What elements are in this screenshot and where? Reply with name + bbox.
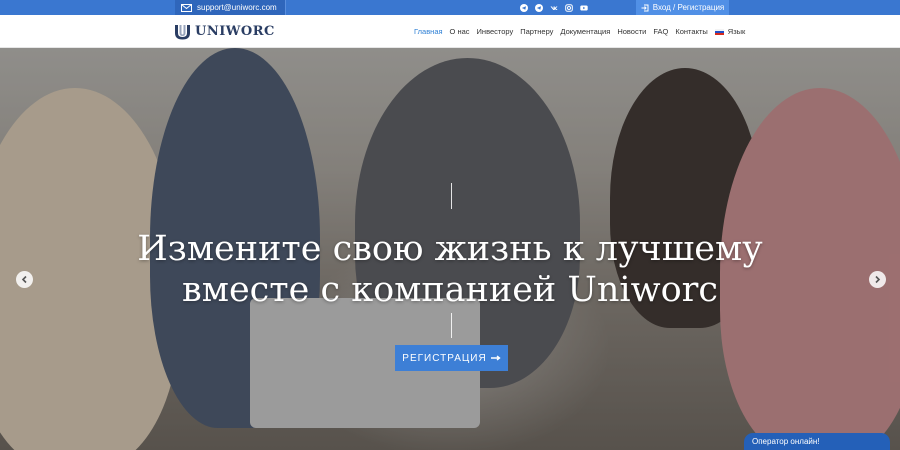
site-logo[interactable]: UNIWORC <box>174 23 275 40</box>
hero-divider-bottom <box>451 313 452 338</box>
language-label: Язык <box>727 27 746 36</box>
sign-in-icon <box>641 4 649 11</box>
support-email-link[interactable]: support@uniworc.com <box>175 0 286 15</box>
logo-text: UNIWORC <box>195 24 275 39</box>
language-selector[interactable]: Язык <box>714 27 746 36</box>
slider-prev-button[interactable] <box>16 271 33 288</box>
youtube-icon[interactable] <box>580 4 588 12</box>
telegram-channel-icon[interactable] <box>535 3 543 12</box>
nav-item-contacts[interactable]: Контакты <box>675 27 707 36</box>
chevron-left-icon <box>21 275 27 284</box>
social-links <box>520 0 588 15</box>
login-register-button[interactable]: Вход / Регистрация <box>636 0 729 15</box>
slider-next-button[interactable] <box>869 271 886 288</box>
top-bar: support@uniworc.com Вход / Регистрация <box>0 0 900 15</box>
arrow-right-icon <box>490 355 501 361</box>
envelope-icon <box>181 3 192 12</box>
telegram-icon[interactable] <box>520 3 528 12</box>
login-register-label: Вход / Регистрация <box>652 3 725 12</box>
nav-item-news[interactable]: Новости <box>617 27 646 36</box>
hero-headline-line1: Измените свою жизнь к лучшему <box>137 229 763 269</box>
nav-item-docs[interactable]: Документация <box>560 27 610 36</box>
support-email: support@uniworc.com <box>197 3 277 12</box>
instagram-icon[interactable] <box>565 3 573 12</box>
nav-item-investor[interactable]: Инвестору <box>477 27 514 36</box>
register-button[interactable]: РЕГИСТРАЦИЯ <box>395 345 508 371</box>
nav-item-faq[interactable]: FAQ <box>653 27 668 36</box>
vk-icon[interactable] <box>550 4 558 12</box>
nav-item-partner[interactable]: Партнеру <box>520 27 553 36</box>
logo-mark-icon <box>175 25 190 40</box>
russian-flag-icon <box>714 28 724 35</box>
hero-headline: Измените свою жизнь к лучшему вместе с к… <box>100 229 800 311</box>
hero-divider-top <box>451 183 452 209</box>
chat-widget[interactable]: Оператор онлайн! <box>744 433 890 450</box>
operator-online-label: Оператор онлайн! <box>752 437 820 446</box>
register-label: РЕГИСТРАЦИЯ <box>402 352 487 364</box>
main-nav: Главная О нас Инвестору Партнеру Докумен… <box>414 15 745 48</box>
hero-slider: Измените свою жизнь к лучшему вместе с к… <box>0 48 900 450</box>
hero-headline-line2: вместе с компанией Uniworc <box>182 270 718 310</box>
nav-item-home[interactable]: Главная <box>414 27 443 36</box>
chevron-right-icon <box>875 275 881 284</box>
header: UNIWORC Главная О нас Инвестору Партнеру… <box>0 15 900 48</box>
nav-item-about[interactable]: О нас <box>450 27 470 36</box>
